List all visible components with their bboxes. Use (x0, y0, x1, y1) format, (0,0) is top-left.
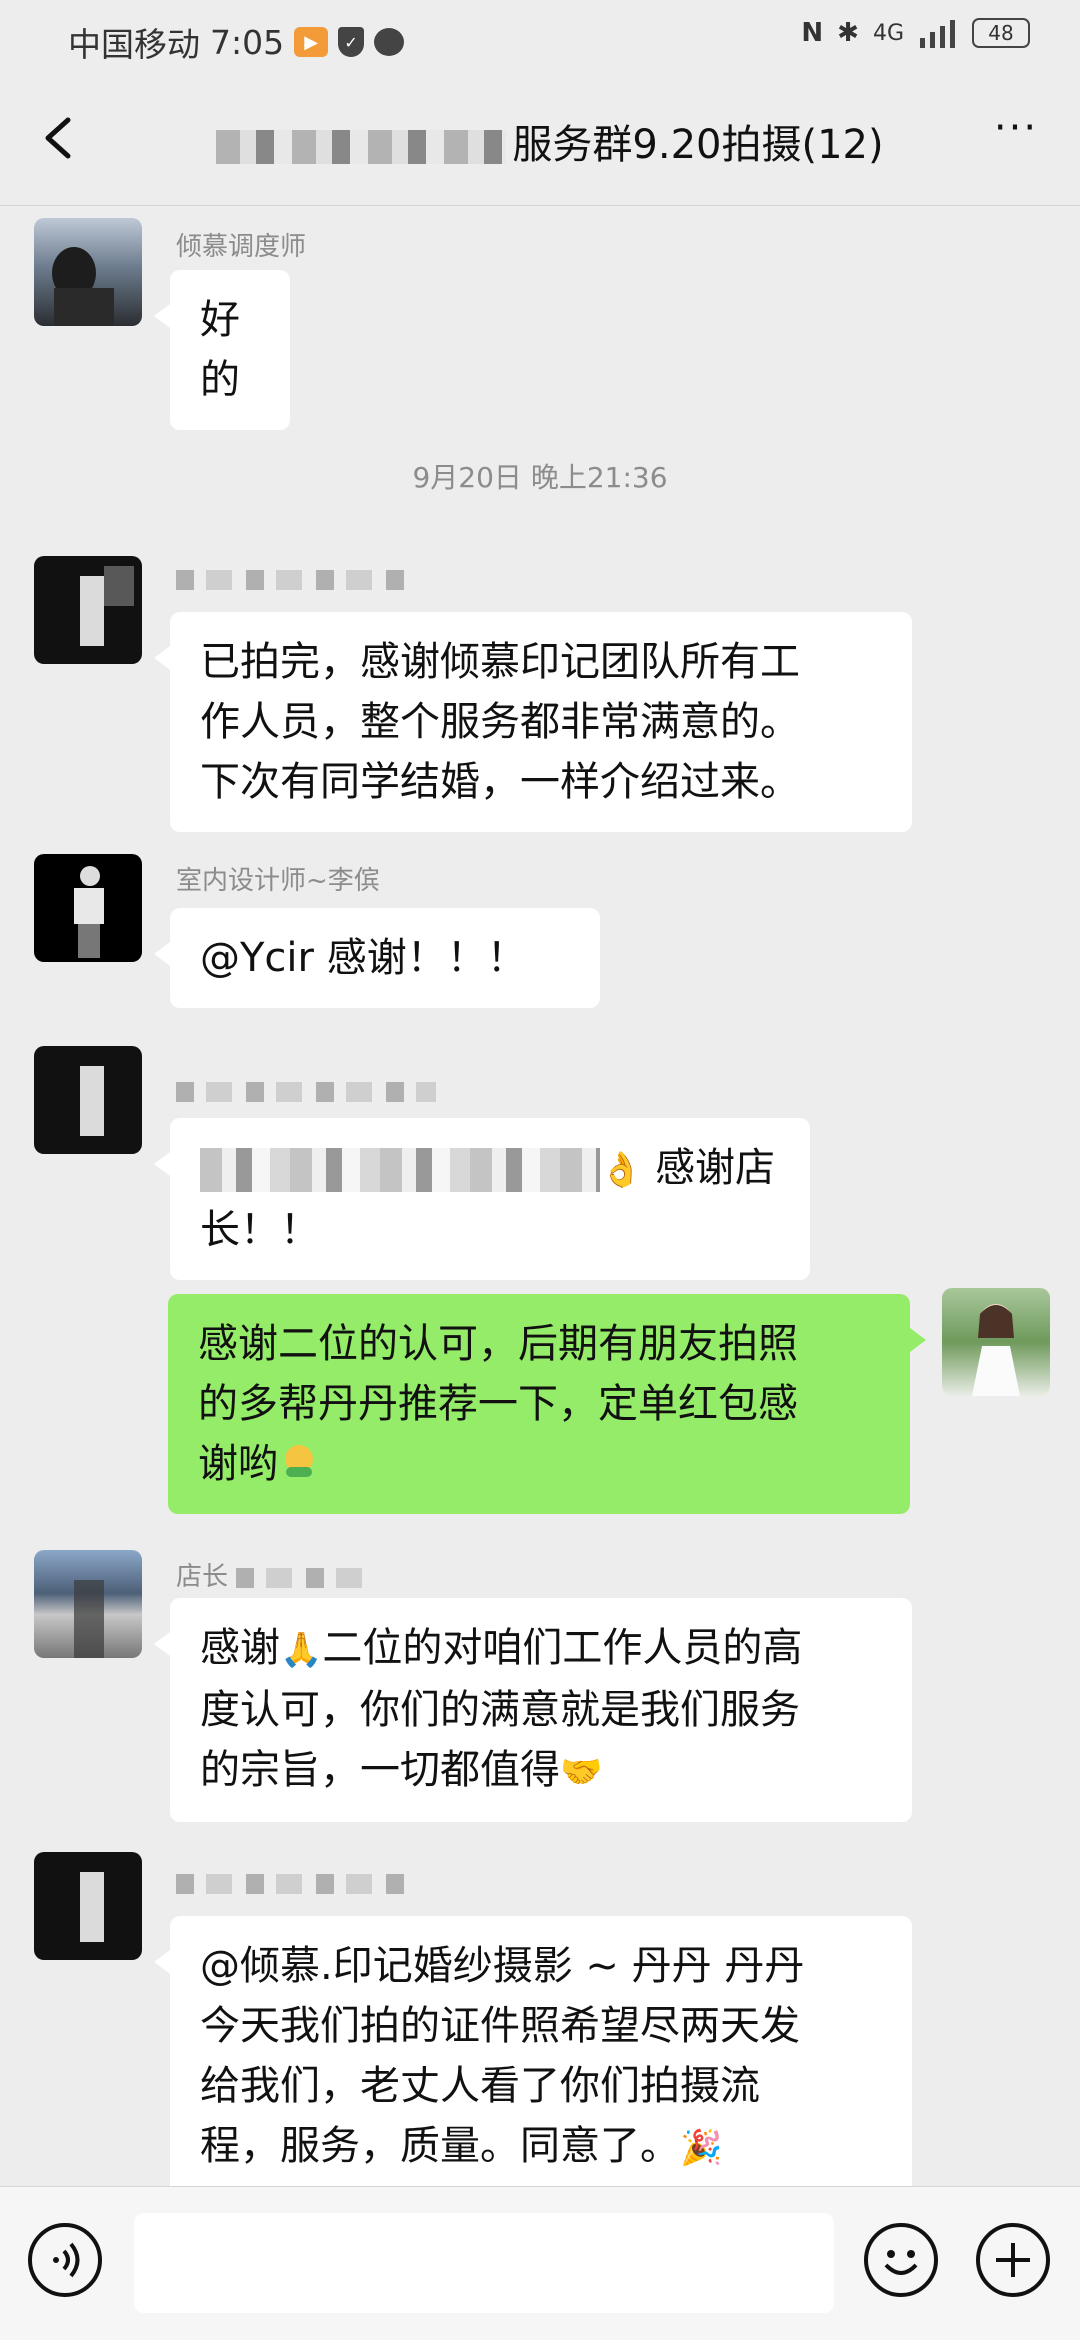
carrier-label: 中国移动 (68, 25, 200, 64)
party-popper-emoji-icon: 🎉 (680, 2128, 723, 2168)
chat-header: 服务群9.20拍摄(12) ··· (0, 78, 1080, 206)
avatar[interactable] (34, 1852, 142, 1960)
voice-icon (53, 2242, 80, 2278)
avatar[interactable] (34, 218, 142, 326)
message-text: 好的 (200, 297, 240, 403)
person-silhouette-icon (74, 866, 104, 958)
message-line: 感谢🙏二位的对咱们工作人员的高 (200, 1618, 882, 1680)
message-input[interactable] (134, 2213, 834, 2313)
message-bubble[interactable]: 好的 (154, 270, 290, 430)
sender-name (176, 1868, 416, 1898)
battery-icon: 48 (972, 18, 1030, 48)
voice-input-button[interactable] (28, 2223, 102, 2297)
battery-level: 48 (988, 21, 1014, 45)
redacted-text (200, 1148, 600, 1192)
redacted-sender (176, 1873, 416, 1894)
message-line: 下次有同学结婚，一样介绍过来。 (200, 759, 800, 805)
message-line: 给我们，老丈人看了你们拍摄流 (200, 2063, 760, 2109)
back-icon[interactable] (30, 108, 90, 168)
avatar-image-icon (80, 566, 134, 646)
input-bar (0, 2186, 1080, 2340)
message-bubble[interactable]: @倾慕.印记婚纱摄影 ~ 丹丹 丹丹 今天我们拍的证件照希望尽两天发 给我们，老… (154, 1916, 912, 2198)
video-app-icon: ▶ (294, 27, 329, 57)
sender-name: 倾慕调度师 (176, 232, 307, 262)
message-text: @Ycir 感谢！！！ (200, 935, 527, 981)
avatar[interactable] (942, 1288, 1050, 1396)
avatar-image-icon (80, 1066, 104, 1136)
redacted-sender (176, 1081, 436, 1102)
message-bubble[interactable]: 👌 感谢店 长！！ (154, 1118, 810, 1280)
message-text: 程，服务，质量。同意了。 (200, 2123, 680, 2169)
ok-hand-emoji-icon: 👌 (600, 1150, 643, 1190)
timestamp: 9月20日 晚上21:36 (412, 461, 668, 494)
status-right: N ✱ 4G 48 (801, 18, 1030, 48)
sender-name: 室内设计师~李傧 (176, 866, 380, 896)
signal-icon (920, 20, 955, 48)
avatar-image-icon (74, 1580, 104, 1658)
message-bubble[interactable]: 感谢🙏二位的对咱们工作人员的高 度认可，你们的满意就是我们服务 的宗旨，一切都值… (154, 1598, 912, 1822)
message-text: 的宗旨，一切都值得 (200, 1747, 560, 1793)
avatar[interactable] (34, 1550, 142, 1658)
message-line: 已拍完，感谢倾慕印记团队所有工 (200, 639, 800, 685)
plus-icon (996, 2243, 1030, 2277)
chat-title-wrap: 服务群9.20拍摄(12) (180, 112, 920, 170)
avatar-image-icon (80, 1872, 104, 1942)
chat-messages: 倾慕调度师 好的 9月20日 晚上21:36 已拍完，感谢倾慕印记团队所有工 作… (0, 206, 1080, 2198)
message-text: 二位的对咱们工作人员的高 (322, 1625, 803, 1671)
more-options-button[interactable]: ··· (986, 108, 1046, 158)
message-line: 今天我们拍的证件照希望尽两天发 (200, 2003, 800, 2049)
message-line: 的宗旨，一切都值得🤝 (200, 1740, 882, 1802)
message-line: 作人员，整个服务都非常满意的。 (200, 699, 800, 745)
status-bar: 中国移动 7:05 ▶ ✓ N ✱ 4G 48 (0, 0, 1080, 78)
message-line: @倾慕.印记婚纱摄影 ~ 丹丹 丹丹 (200, 1943, 805, 1989)
status-left: 中国移动 7:05 ▶ ✓ (68, 18, 405, 66)
message-line: 的多帮丹丹推荐一下，定单红包感 (198, 1381, 798, 1427)
message-line: 程，服务，质量。同意了。🎉 (200, 2116, 882, 2178)
message-line: 谢哟 (198, 1434, 880, 1494)
avatar[interactable] (34, 1046, 142, 1154)
more-functions-button[interactable] (976, 2223, 1050, 2297)
emoji-button[interactable] (864, 2223, 938, 2297)
pray-emoji-icon: 🙏 (280, 1630, 323, 1670)
nfc-icon: N (801, 18, 824, 48)
handshake-emoji-icon: 🤝 (560, 1752, 603, 1792)
message-line: 👌 感谢店 (200, 1138, 780, 1200)
clock: 7:05 (210, 22, 285, 62)
message-text: 感谢 (200, 1625, 280, 1671)
redacted-sender (176, 569, 416, 590)
bluetooth-icon: ✱ (837, 18, 859, 48)
sender-name: 店长 (176, 1556, 367, 1593)
avatar[interactable] (34, 854, 142, 962)
message-line: 长！！ (200, 1207, 320, 1253)
bride-photo-icon (972, 1304, 1020, 1396)
smiley-icon (884, 2250, 918, 2275)
network-label: 4G (872, 20, 904, 46)
message-bubble[interactable]: 感谢二位的认可，后期有朋友拍照 的多帮丹丹推荐一下，定单红包感 谢哟 (168, 1294, 926, 1514)
message-text: 谢哟 (198, 1441, 278, 1487)
avatar[interactable] (34, 556, 142, 664)
message-text: 感谢店 (655, 1145, 776, 1191)
hug-emoji-icon (285, 1445, 313, 1477)
shield-icon: ✓ (338, 27, 365, 57)
message-icon (374, 28, 405, 56)
message-bubble[interactable]: @Ycir 感谢！！！ (154, 908, 600, 1008)
person-silhouette-icon (52, 247, 114, 326)
message-bubble[interactable]: 已拍完，感谢倾慕印记团队所有工 作人员，整个服务都非常满意的。 下次有同学结婚，… (154, 612, 912, 832)
sender-name (176, 564, 416, 594)
message-line: 感谢二位的认可，后期有朋友拍照 (198, 1321, 798, 1367)
sender-name (176, 1076, 436, 1106)
message-line: 度认可，你们的满意就是我们服务 (200, 1687, 800, 1733)
redacted-title-prefix (216, 130, 507, 164)
redacted-sender (236, 1567, 367, 1588)
chat-title: 服务群9.20拍摄(12) (512, 122, 884, 168)
sender-label: 店长 (176, 1562, 229, 1592)
